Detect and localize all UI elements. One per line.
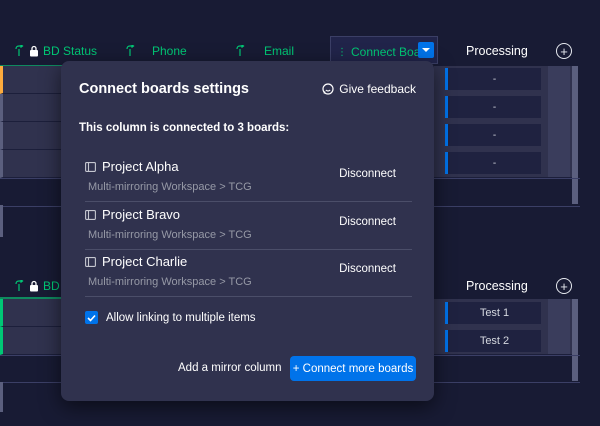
board-icon	[85, 161, 96, 172]
disconnect-button[interactable]: Disconnect	[339, 168, 396, 180]
give-feedback-button[interactable]: Give feedback	[322, 82, 416, 96]
processing-cell[interactable]: Test 2	[445, 330, 541, 352]
plus-icon: +	[560, 43, 568, 59]
processing-cell[interactable]: -	[445, 152, 541, 174]
processing-cell[interactable]: -	[445, 124, 541, 146]
board-name: Project Charlie	[102, 254, 188, 269]
lock-icon	[30, 280, 38, 292]
board-name: Project Bravo	[102, 207, 181, 222]
chevron-down-icon	[422, 48, 430, 52]
column-header-email[interactable]: Email	[236, 44, 294, 58]
processing-cell[interactable]: -	[445, 68, 541, 90]
disconnect-button[interactable]: Disconnect	[339, 216, 396, 228]
processing-cell-value: -	[492, 101, 497, 113]
connect-more-boards-button[interactable]: + Connect more boards	[290, 356, 416, 381]
mirror-arrow-icon	[15, 45, 24, 56]
mirror-arrow-icon	[236, 45, 245, 56]
feedback-label: Give feedback	[339, 82, 416, 96]
processing-cell[interactable]: Test 1	[445, 302, 541, 324]
board-icon	[85, 209, 96, 220]
drag-handle-icon[interactable]: ⋮	[337, 47, 347, 58]
board-icon	[85, 256, 96, 267]
group-edge	[0, 382, 3, 412]
connected-board-item: Project Charlie Multi-mirroring Workspac…	[85, 249, 412, 297]
column-menu-button[interactable]	[418, 42, 434, 58]
empty-column	[548, 299, 570, 354]
board-name: Project Alpha	[102, 159, 179, 174]
column-header-label: BD Status	[43, 44, 98, 58]
feedback-icon	[322, 83, 334, 95]
allow-multiple-checkbox[interactable]	[85, 311, 98, 324]
checkmark-icon	[87, 314, 96, 322]
processing-cell-value: Test 1	[479, 307, 510, 319]
allow-multiple-label: Allow linking to multiple items	[106, 311, 256, 324]
processing-cell-value: Test 2	[479, 335, 510, 347]
column-header-bd-status[interactable]: BD Status	[15, 44, 97, 58]
add-mirror-column-button[interactable]: Add a mirror column	[178, 362, 282, 374]
board-path: Multi-mirroring Workspace > TCG	[88, 276, 252, 288]
mirror-arrow-icon	[15, 280, 24, 291]
processing-cell-value: -	[492, 157, 497, 169]
column-header-phone[interactable]: Phone	[126, 44, 187, 58]
column-header-label: Phone	[152, 44, 187, 58]
processing-cell[interactable]: -	[445, 96, 541, 118]
column-header-label: Processing	[466, 44, 528, 58]
lock-icon	[30, 45, 38, 57]
empty-column	[548, 66, 570, 177]
group-edge	[0, 205, 3, 237]
column-header-connect-boards[interactable]: ⋮ Connect Boa...	[330, 36, 438, 64]
dialog-title: Connect boards settings	[79, 81, 249, 97]
board-path: Multi-mirroring Workspace > TCG	[88, 181, 252, 193]
processing-cell-value: -	[492, 73, 497, 85]
add-column-button[interactable]: +	[556, 278, 572, 294]
board-path: Multi-mirroring Workspace > TCG	[88, 229, 252, 241]
column-header-label: Email	[264, 44, 295, 58]
add-column-button[interactable]: +	[556, 43, 572, 59]
plus-icon: +	[560, 278, 568, 294]
column-header-bd-status[interactable]: BD	[15, 279, 60, 293]
column-header-label: Processing	[466, 279, 528, 293]
column-header-label: BD	[43, 279, 60, 293]
disconnect-button[interactable]: Disconnect	[339, 263, 396, 275]
allow-multiple-items-option[interactable]: Allow linking to multiple items	[85, 311, 256, 324]
column-header-processing[interactable]: Processing	[466, 44, 528, 58]
connected-board-item: Project Alpha Multi-mirroring Workspace …	[85, 154, 412, 202]
column-header-processing[interactable]: Processing	[466, 279, 528, 293]
processing-cell-value: -	[492, 129, 497, 141]
connect-boards-settings-dialog: Connect boards settings Give feedback Th…	[61, 61, 434, 401]
connected-boards-subtitle: This column is connected to 3 boards:	[79, 122, 290, 134]
connected-board-item: Project Bravo Multi-mirroring Workspace …	[85, 202, 412, 250]
mirror-arrow-icon	[126, 45, 135, 56]
